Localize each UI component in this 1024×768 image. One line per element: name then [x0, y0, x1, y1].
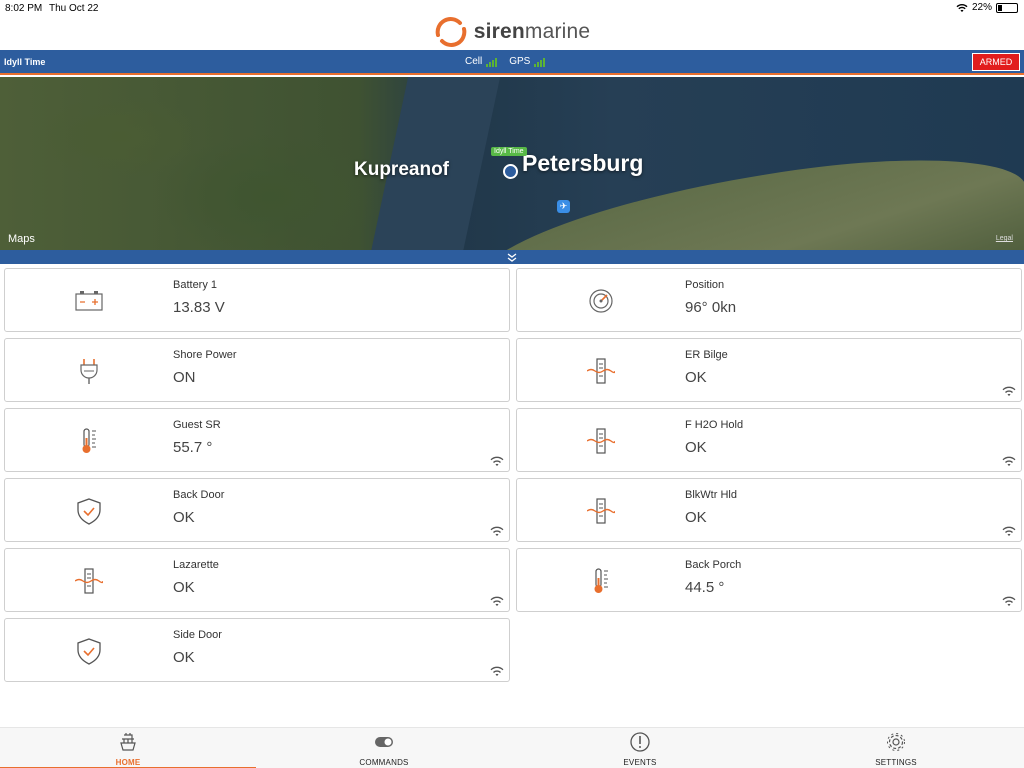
compass-icon [587, 287, 615, 315]
maps-attribution: Maps [8, 233, 35, 245]
battery-icon [75, 287, 103, 315]
sensor-card[interactable]: Position 96° 0kn [516, 268, 1022, 332]
status-date: Thu Oct 22 [49, 3, 99, 14]
wireless-signal-icon [1002, 454, 1016, 466]
map-collapse-toggle[interactable] [0, 250, 1024, 264]
sensor-card[interactable]: Back Door OK [4, 478, 510, 542]
tab-commands[interactable]: COMMANDS [256, 728, 512, 768]
signal-indicators: Cell GPS [465, 56, 553, 67]
wireless-signal-icon [490, 664, 504, 676]
cell-label: Cell [465, 56, 483, 67]
water-level-icon [586, 497, 616, 525]
tab-commands-label: COMMANDS [359, 758, 409, 767]
airport-icon: ✈ [557, 200, 570, 213]
wireless-signal-icon [1002, 384, 1016, 396]
map-label-petersburg: Petersburg [522, 150, 644, 176]
sensor-value: OK [173, 509, 195, 526]
shield-check-icon [75, 497, 103, 525]
tab-home-label: HOME [115, 758, 141, 767]
water-level-icon [586, 427, 616, 455]
sensor-card[interactable]: Shore Power ON [4, 338, 510, 402]
sensor-card[interactable]: ER Bilge OK [516, 338, 1022, 402]
sensor-name: Back Door [173, 489, 225, 501]
sensor-value: OK [685, 439, 707, 456]
sensor-value: 55.7 ° [173, 439, 213, 456]
brand-name: sirenmarine [473, 20, 591, 43]
legal-link[interactable]: Legal [996, 235, 1013, 242]
sensor-card[interactable]: Battery 1 13.83 V [4, 268, 510, 332]
chevron-down-icon [507, 252, 517, 262]
tab-settings-label: SETTINGS [875, 758, 917, 767]
boat-icon [120, 733, 136, 751]
tab-events[interactable]: EVENTS [512, 728, 768, 768]
sensor-card[interactable]: F H2O Hold OK [516, 408, 1022, 472]
map-label-kupreanof: Kupreanof [354, 159, 449, 180]
shield-check-icon [75, 637, 103, 665]
sensor-name: ER Bilge [685, 349, 728, 361]
sensor-value: OK [173, 649, 195, 666]
wireless-signal-icon [1002, 594, 1016, 606]
sensor-card[interactable]: Lazarette OK [4, 548, 510, 612]
sensor-name: F H2O Hold [685, 419, 744, 431]
sensor-name: Guest SR [173, 419, 221, 431]
water-level-icon [586, 357, 616, 385]
wireless-signal-icon [1002, 524, 1016, 536]
app-logo: sirenmarine [0, 14, 1024, 50]
water-level-icon [74, 567, 104, 595]
battery-status-icon [996, 2, 1018, 13]
tab-bar: HOME COMMANDS EVENTS SETTINGS [0, 727, 1024, 768]
sensor-card[interactable]: Side Door OK [4, 618, 510, 682]
sensor-name: Shore Power [173, 349, 237, 361]
tab-home[interactable]: HOME [0, 728, 256, 768]
tab-settings[interactable]: SETTINGS [768, 728, 1024, 768]
vessel-pin-label: Idyll Time [491, 147, 527, 156]
wireless-signal-icon [490, 594, 504, 606]
thermometer-icon [75, 427, 103, 455]
sensor-name: Position [685, 279, 725, 291]
wireless-signal-icon [490, 454, 504, 466]
status-right: 22% [956, 2, 1018, 13]
gear-icon [887, 733, 905, 751]
vessel-pin-icon[interactable] [503, 164, 518, 179]
cell-signal-icon [486, 57, 498, 67]
sensor-value: 96° 0kn [685, 299, 737, 316]
toggle-icon [375, 737, 393, 747]
sensor-card[interactable]: BlkWtr Hld OK [516, 478, 1022, 542]
sensor-name: BlkWtr Hld [685, 489, 737, 501]
armed-button[interactable]: ARMED [972, 53, 1020, 71]
sensor-value: OK [685, 509, 707, 526]
sensor-value: 44.5 ° [685, 579, 725, 596]
gps-label: GPS [509, 56, 531, 67]
alert-icon [630, 732, 650, 752]
vessel-name: Idyll Time [4, 57, 46, 67]
sensor-value: ON [173, 369, 196, 386]
sensor-name: Battery 1 [173, 279, 218, 291]
wireless-signal-icon [490, 524, 504, 536]
sensor-value: OK [685, 369, 707, 386]
vessel-map[interactable]: Kupreanof Petersburg Idyll Time ✈ Maps L… [0, 77, 1024, 250]
sensor-card[interactable]: Back Porch 44.5 ° [516, 548, 1022, 612]
sensor-name: Back Porch [685, 559, 742, 571]
thermometer-icon [587, 567, 615, 595]
plug-icon [75, 357, 103, 385]
gps-signal-icon [534, 57, 546, 67]
siren-logo-icon [435, 17, 467, 47]
sensor-name: Lazarette [173, 559, 219, 571]
battery-percent: 22% [971, 2, 992, 13]
sensor-card[interactable]: Guest SR 55.7 ° [4, 408, 510, 472]
tab-events-label: EVENTS [623, 758, 657, 767]
wifi-status-icon [956, 3, 968, 12]
sensor-value: OK [173, 579, 195, 596]
sensor-value: 13.83 V [173, 299, 225, 316]
sensor-name: Side Door [173, 629, 222, 641]
vessel-header: Idyll Time Cell GPS ARMED [0, 50, 1024, 75]
status-time: 8:02 PM [5, 3, 43, 14]
